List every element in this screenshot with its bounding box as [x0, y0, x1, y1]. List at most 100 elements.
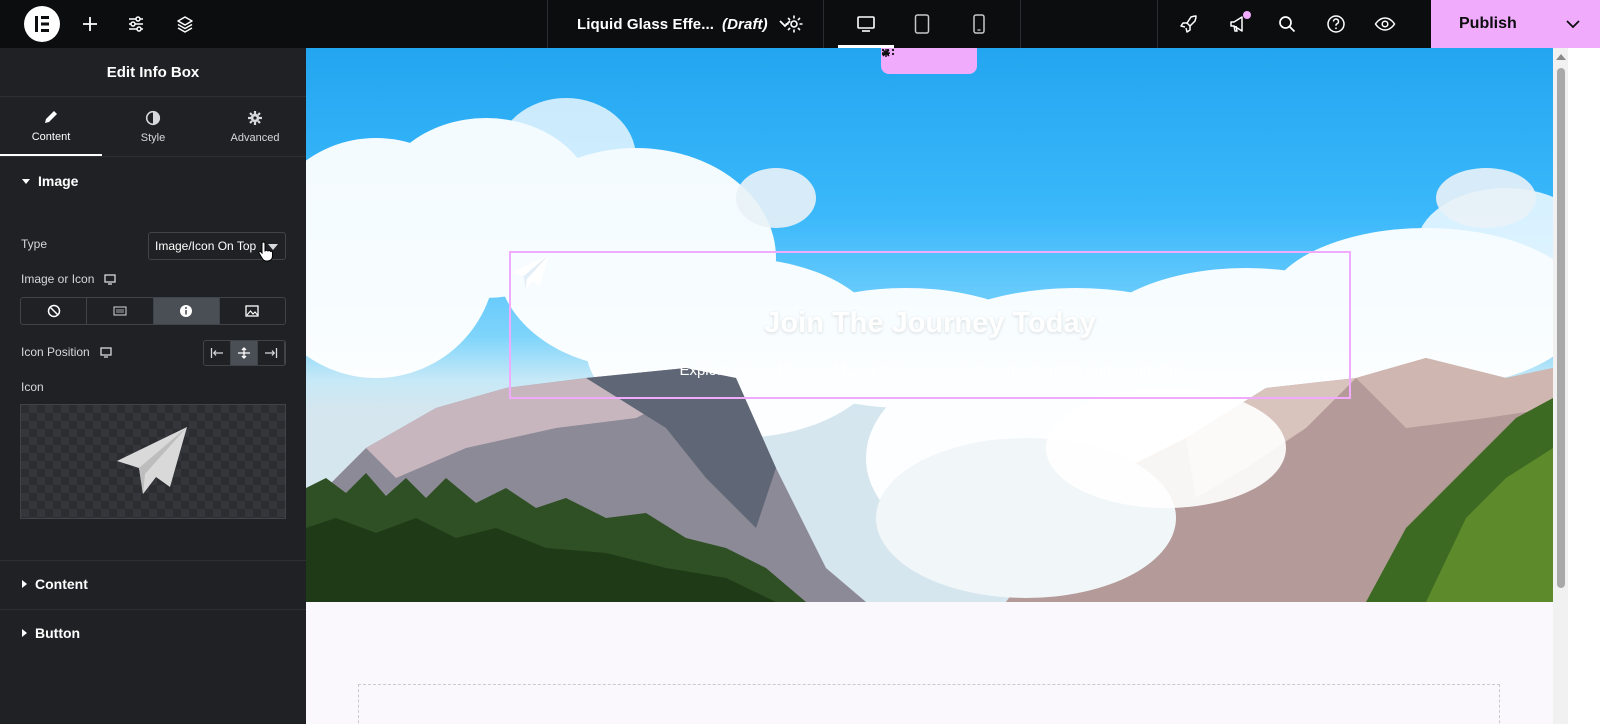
hero-section[interactable]: Join The Journey Today Explore around th…: [306, 48, 1553, 602]
document-status: (Draft): [722, 15, 768, 33]
elementor-logo-icon: [35, 16, 49, 32]
tab-style[interactable]: Style: [102, 97, 204, 156]
section-content-toggle[interactable]: Content: [0, 560, 88, 608]
plus-icon: [83, 17, 97, 31]
paper-plane-icon: [117, 426, 187, 494]
choice-icon[interactable]: [153, 298, 220, 324]
image-or-icon-label-row: Image or Icon: [21, 272, 117, 286]
caret-down-icon: [22, 178, 30, 184]
info-icon: [180, 305, 193, 317]
gear-icon: [248, 110, 262, 125]
notification-dot: [1243, 11, 1251, 19]
separator: [823, 0, 824, 48]
elementor-logo[interactable]: [24, 6, 60, 42]
caret-right-icon: [22, 580, 27, 588]
page-settings-button[interactable]: [780, 0, 808, 48]
separator: [1020, 0, 1021, 48]
publish-label: Publish: [1459, 15, 1517, 32]
tab-content-label: Content: [31, 130, 71, 143]
separator: [547, 0, 548, 48]
chevron-down-icon[interactable]: [1564, 15, 1582, 33]
paper-plane-icon: [512, 254, 549, 290]
document-title[interactable]: Liquid Glass Effe... (Draft): [577, 0, 792, 48]
help-icon: [1327, 15, 1345, 33]
device-tablet-button[interactable]: [908, 0, 936, 48]
position-left-button[interactable]: [204, 341, 231, 365]
section-image-toggle[interactable]: Image: [0, 157, 306, 205]
tablet-icon: [914, 14, 930, 34]
choice-picture[interactable]: [220, 298, 285, 324]
icon-label: Icon: [21, 380, 44, 394]
icon-position-label: Icon Position: [21, 345, 90, 359]
panel-title: Edit Info Box: [0, 48, 306, 97]
structure-button[interactable]: [171, 0, 199, 48]
type-select-value: Image/Icon On Top: [155, 239, 257, 253]
search-button[interactable]: [1273, 0, 1301, 48]
empty-drop-area[interactable]: [358, 684, 1500, 724]
search-icon: [1279, 16, 1296, 33]
align-left-icon: [210, 348, 223, 358]
separator: [1157, 0, 1158, 48]
help-button[interactable]: [1322, 0, 1350, 48]
image-or-icon-label: Image or Icon: [21, 272, 95, 286]
tab-advanced-label: Advanced: [230, 131, 280, 144]
info-box-title: Join The Journey Today: [764, 307, 1096, 339]
site-settings-button[interactable]: [122, 0, 150, 48]
icon-position-label-row: Icon Position: [21, 345, 112, 359]
caret-right-icon: [22, 629, 27, 637]
rocket-icon: [1180, 15, 1197, 33]
align-right-icon: [265, 348, 278, 358]
notifications-button[interactable]: [1224, 0, 1252, 48]
type-label: Type: [21, 237, 48, 251]
icon-picker[interactable]: [20, 404, 286, 519]
gear-icon: [785, 15, 803, 33]
section-handle[interactable]: [881, 48, 977, 74]
launchpad-button[interactable]: [1175, 0, 1203, 48]
tab-content[interactable]: Content: [0, 97, 102, 156]
pencil-icon: [45, 110, 57, 123]
layers-icon: [177, 16, 193, 33]
section-image-label: Image: [38, 173, 79, 189]
desktop-icon: [100, 346, 112, 358]
scroll-up-icon[interactable]: [1556, 54, 1566, 60]
position-top-button[interactable]: [231, 341, 258, 365]
tab-advanced[interactable]: Advanced: [204, 97, 306, 156]
canvas-scrollbar[interactable]: [1553, 48, 1568, 724]
section-content-label: Content: [35, 576, 88, 592]
image-box-icon: [113, 306, 127, 316]
right-margin: [1568, 48, 1600, 724]
position-right-button[interactable]: [258, 341, 285, 365]
desktop-icon: [104, 273, 117, 285]
tab-style-label: Style: [140, 131, 166, 144]
icon-position-choices: [203, 340, 286, 366]
preview-button[interactable]: [1371, 0, 1399, 48]
editor-panel: Edit Info Box Content Style Advanced Ima…: [0, 48, 306, 724]
mobile-icon: [973, 14, 985, 34]
section-button-label: Button: [35, 625, 81, 641]
close-icon[interactable]: [881, 48, 891, 58]
device-desktop-button[interactable]: [852, 0, 880, 48]
scrollbar-thumb[interactable]: [1557, 68, 1565, 588]
top-bar: Liquid Glass Effe... (Draft) Publish: [0, 0, 1600, 48]
choice-image[interactable]: [87, 298, 154, 324]
editor-canvas: Join The Journey Today Explore around th…: [306, 48, 1553, 724]
hand-cursor-icon: [258, 241, 273, 262]
image-or-icon-choices: [20, 297, 286, 325]
info-box-widget[interactable]: Join The Journey Today Explore around th…: [509, 251, 1351, 399]
ban-icon: [47, 304, 60, 318]
device-mobile-button[interactable]: [965, 0, 993, 48]
document-name: Liquid Glass Effe...: [577, 15, 715, 33]
choice-none[interactable]: [21, 298, 88, 324]
type-select[interactable]: Image/Icon On Top: [148, 232, 286, 262]
add-element-button[interactable]: [76, 0, 104, 48]
section-button-toggle[interactable]: Button: [0, 609, 80, 657]
half-circle-icon: [145, 110, 161, 125]
publish-button[interactable]: Publish: [1431, 0, 1600, 48]
panel-tabs: Content Style Advanced: [0, 97, 306, 157]
info-box-description: Explore around the world and make your j…: [679, 362, 1181, 379]
sliders-icon: [129, 16, 143, 32]
desktop-icon: [857, 16, 875, 32]
eye-icon: [1374, 17, 1396, 31]
align-center-icon: [238, 347, 250, 359]
picture-icon: [245, 305, 260, 317]
